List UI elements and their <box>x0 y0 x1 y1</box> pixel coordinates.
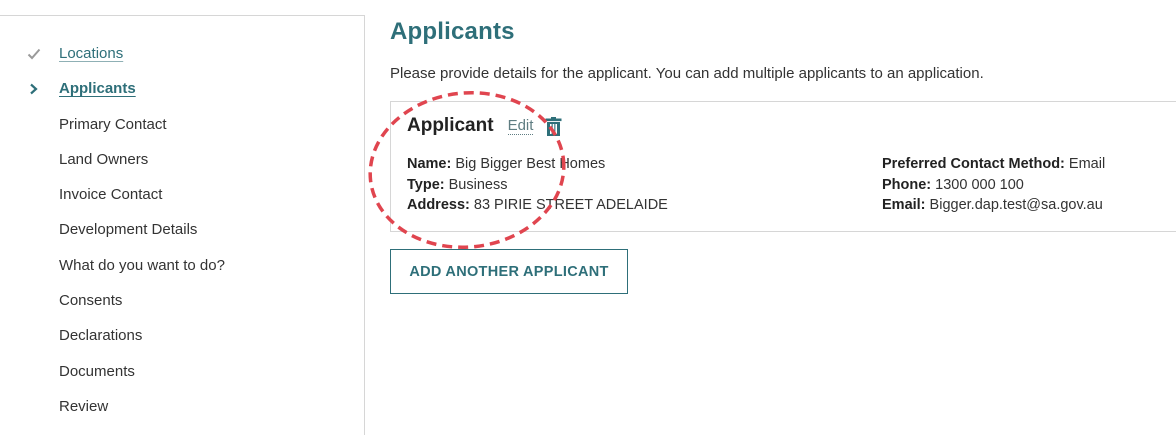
sidebar-item-documents[interactable]: Documents <box>0 361 364 396</box>
sidebar-item-label: Applicants <box>59 80 136 98</box>
sidebar-item-label: Invoice Contact <box>59 186 163 204</box>
sidebar-item-label: Documents <box>59 362 135 380</box>
sidebar-item-primary-contact[interactable]: Primary Contact <box>0 114 364 149</box>
sidebar-item-what-do-you-want-to-do[interactable]: What do you want to do? <box>0 255 364 290</box>
applicant-card-header: Applicant Edit <box>407 115 562 137</box>
edit-applicant-link[interactable]: Edit <box>507 117 534 135</box>
applicant-card: Applicant Edit Name: Big Bigger Best Hom… <box>390 101 1176 232</box>
sidebar-item-declarations[interactable]: Declarations <box>0 325 364 360</box>
intro-text: Please provide details for the applicant… <box>390 65 984 82</box>
sidebar-item-locations[interactable]: Locations <box>0 43 364 78</box>
sidebar-item-consents[interactable]: Consents <box>0 290 364 325</box>
field-label: Preferred Contact Method: <box>882 156 1065 172</box>
applicant-address-row: Address: 83 PIRIE STREET ADELAIDE <box>407 195 668 216</box>
field-label: Type: <box>407 176 445 193</box>
applicant-email: Bigger.dap.test@sa.gov.au <box>929 197 1103 213</box>
field-label: Email: <box>882 197 926 213</box>
applicant-name: Big Bigger Best Homes <box>455 156 606 172</box>
applicant-type: Business <box>448 176 508 193</box>
trash-icon[interactable] <box>545 116 562 136</box>
sidebar-item-review[interactable]: Review <box>0 396 364 431</box>
phone-row: Phone: 1300 000 100 <box>882 175 1105 196</box>
chevron-right-icon <box>24 78 44 100</box>
sidebar-item-label: Land Owners <box>59 150 149 168</box>
sidebar-item-development-details[interactable]: Development Details <box>0 219 364 254</box>
sidebar-item-label: Primary Contact <box>59 115 167 133</box>
sidebar-item-label: Development Details <box>59 221 198 239</box>
contact-method-row: Preferred Contact Method: Email <box>882 154 1105 175</box>
applicant-details-right: Preferred Contact Method: Email Phone: 1… <box>882 154 1105 216</box>
sidebar-item-land-owners[interactable]: Land Owners <box>0 149 364 184</box>
sidebar-item-label: Consents <box>59 292 123 310</box>
field-label: Name: <box>407 156 452 172</box>
sidebar-item-label: What do you want to do? <box>59 256 225 274</box>
sidebar-item-label: Review <box>59 397 109 415</box>
field-label: Address: <box>407 197 470 213</box>
applicant-address: 83 PIRIE STREET ADELAIDE <box>473 197 668 213</box>
sidebar-item-label: Declarations <box>59 327 143 345</box>
applicant-details-left: Name: Big Bigger Best Homes Type: Busine… <box>407 154 668 216</box>
step-list: Locations Applicants Primary Contact Lan… <box>0 16 364 431</box>
sidebar-item-applicants[interactable]: Applicants <box>0 78 364 113</box>
applicant-phone: 1300 000 100 <box>935 176 1024 193</box>
check-icon <box>24 43 44 65</box>
field-label: Phone: <box>882 176 932 193</box>
email-row: Email: Bigger.dap.test@sa.gov.au <box>882 195 1105 216</box>
applicant-name-row: Name: Big Bigger Best Homes <box>407 154 668 175</box>
sidebar-item-invoice-contact[interactable]: Invoice Contact <box>0 184 364 219</box>
applicant-card-title: Applicant <box>407 115 494 136</box>
applicant-type-row: Type: Business <box>407 175 668 196</box>
main-content: Applicants Please provide details for th… <box>390 0 1176 421</box>
sidebar-item-label: Locations <box>59 45 124 62</box>
progress-sidebar: Locations Applicants Primary Contact Lan… <box>0 15 365 435</box>
contact-method: Email <box>1068 156 1106 172</box>
add-another-applicant-button[interactable]: ADD ANOTHER APPLICANT <box>390 249 628 294</box>
page-title: Applicants <box>390 18 515 45</box>
